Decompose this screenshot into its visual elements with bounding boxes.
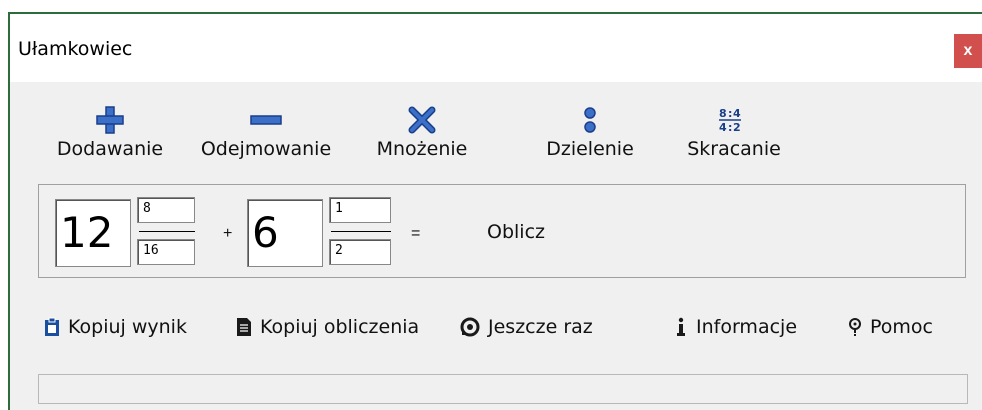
fraction2-bar (331, 231, 391, 232)
info-label: Informacje (696, 316, 798, 338)
fraction2-whole-input[interactable]: 6 (247, 199, 323, 267)
reduce-fraction-icon: 8:4 4:2 (674, 102, 794, 138)
info-icon (677, 317, 685, 336)
compute-button[interactable]: Oblicz (487, 221, 545, 243)
close-icon: x (963, 42, 973, 59)
divide-label: Dzielenie (546, 138, 634, 160)
fraction2-denominator-input[interactable]: 2 (329, 239, 391, 265)
help-label: Pomoc (870, 316, 933, 338)
copy-result-label: Kopiuj wynik (68, 316, 187, 338)
fraction1-denominator-input[interactable]: 16 (137, 239, 195, 265)
svg-text:8: 8 (719, 107, 727, 120)
copy-result-button[interactable]: Kopiuj wynik (44, 316, 187, 338)
svg-text::: : (728, 121, 732, 134)
plus-icon (50, 102, 170, 138)
clipboard-icon (45, 317, 59, 336)
divide-button[interactable]: Dzielenie (530, 102, 650, 160)
svg-text:4: 4 (719, 121, 727, 134)
add-label: Dodawanie (56, 138, 164, 160)
copy-calculations-label: Kopiuj obliczenia (260, 316, 420, 338)
again-button[interactable]: Jeszcze raz (460, 316, 593, 338)
reduce-label: Skracanie (687, 138, 781, 160)
minus-icon (196, 102, 336, 138)
fraction1-bar (139, 231, 195, 232)
refresh-icon (460, 317, 480, 337)
fraction2-numerator-input[interactable]: 1 (329, 197, 391, 223)
help-icon (849, 318, 861, 336)
status-bar (38, 374, 968, 404)
multiply-button[interactable]: Mnożenie (362, 102, 482, 160)
svg-text:2: 2 (733, 121, 741, 134)
equals-sign: = (411, 225, 421, 242)
fraction1-whole-input[interactable]: 12 (55, 199, 131, 267)
close-button[interactable]: x (954, 34, 982, 68)
divide-icon (530, 102, 650, 138)
window-title: Ułamkowiec (18, 38, 133, 60)
svg-text::: : (728, 107, 732, 120)
title-bar: Ułamkowiec x (10, 14, 982, 82)
calculation-panel: 12 8 16 + 6 1 2 = Oblicz (38, 184, 966, 278)
multiply-icon (362, 102, 482, 138)
operator-sign: + (223, 225, 233, 242)
document-icon (237, 318, 251, 336)
help-button[interactable]: Pomoc (848, 316, 933, 338)
multiply-label: Mnożenie (376, 138, 468, 160)
fraction1-numerator-input[interactable]: 8 (137, 197, 195, 223)
reduce-button[interactable]: 8:4 4:2 Skracanie (674, 102, 794, 160)
copy-calculations-button[interactable]: Kopiuj obliczenia (236, 316, 419, 338)
subtract-button[interactable]: Odejmowanie (196, 102, 336, 160)
app-window: Ułamkowiec x Dodawanie Odejmowanie Mnoże… (8, 12, 982, 410)
svg-text:4: 4 (733, 107, 741, 120)
subtract-label: Odejmowanie (200, 138, 332, 160)
again-label: Jeszcze raz (488, 316, 593, 338)
info-button[interactable]: Informacje (674, 316, 797, 338)
add-button[interactable]: Dodawanie (50, 102, 170, 160)
